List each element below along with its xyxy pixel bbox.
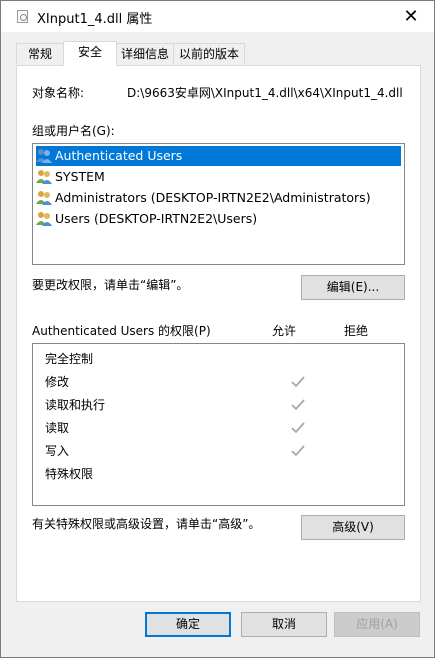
file-icon	[17, 10, 28, 23]
permission-row: 读取	[45, 417, 395, 439]
users-listbox[interactable]: Authenticated Users SYSTEM Administrator…	[32, 143, 405, 265]
permissions-header: Authenticated Users 的权限(P)	[32, 324, 211, 338]
permission-row: 完全控制	[45, 348, 395, 370]
permission-name: 读取	[45, 421, 70, 435]
permission-row: 修改	[45, 371, 395, 393]
user-name: SYSTEM	[55, 169, 105, 184]
object-name-label: 对象名称:	[32, 86, 85, 100]
edit-button[interactable]: 编辑(E)...	[301, 275, 405, 300]
allow-header: 允许	[272, 324, 297, 338]
permission-name: 读取和执行	[45, 398, 106, 412]
users-group-icon	[36, 170, 52, 184]
user-name: Administrators (DESKTOP-IRTN2E2\Administ…	[55, 190, 371, 205]
apply-button[interactable]: 应用(A)	[334, 612, 420, 637]
tab-general[interactable]: 常规	[16, 43, 64, 64]
change-permissions-hint: 要更改权限，请单击“编辑”。	[32, 278, 189, 292]
tab-security[interactable]: 安全	[63, 41, 117, 66]
users-group-icon	[36, 212, 52, 226]
deny-header: 拒绝	[344, 324, 369, 338]
tab-details[interactable]: 详细信息	[116, 43, 174, 64]
properties-dialog: XInput1_4.dll 属性 ✕ 常规 安全 详细信息 以前的版本 对象名称…	[0, 0, 435, 658]
list-item[interactable]: SYSTEM	[36, 167, 105, 187]
security-panel: 对象名称: D:\9663安卓网\XInput1_4.dll\x64\XInpu…	[16, 65, 421, 602]
user-name: Authenticated Users	[55, 148, 183, 163]
list-item[interactable]: Users (DESKTOP-IRTN2E2\Users)	[36, 209, 257, 229]
permission-name: 修改	[45, 375, 70, 389]
permission-name: 写入	[45, 444, 70, 458]
list-item[interactable]: Administrators (DESKTOP-IRTN2E2\Administ…	[36, 188, 371, 208]
checkmark-icon	[291, 422, 305, 434]
advanced-hint: 有关特殊权限或高级设置，请单击“高级”。	[32, 517, 261, 531]
user-name: Users (DESKTOP-IRTN2E2\Users)	[55, 211, 258, 226]
permissions-list[interactable]: 完全控制 修改 读取和执行 读取 写入 特殊权限	[32, 343, 405, 506]
users-group-icon	[36, 191, 52, 205]
group-users-label: 组或用户名(G):	[32, 124, 115, 138]
advanced-button[interactable]: 高级(V)	[301, 515, 405, 540]
object-name-value: D:\9663安卓网\XInput1_4.dll\x64\XInput1_4.d…	[127, 86, 403, 100]
users-group-icon	[36, 149, 52, 163]
checkmark-icon	[291, 376, 305, 388]
window-title: XInput1_4.dll 属性	[37, 12, 153, 27]
title-bar: XInput1_4.dll 属性 ✕	[1, 1, 434, 32]
cancel-button[interactable]: 取消	[241, 612, 327, 637]
permission-name: 特殊权限	[45, 467, 94, 481]
permission-row: 特殊权限	[45, 463, 395, 485]
permission-row: 写入	[45, 440, 395, 462]
list-item[interactable]: Authenticated Users	[36, 146, 401, 166]
close-button[interactable]: ✕	[388, 1, 434, 32]
tab-previous-versions[interactable]: 以前的版本	[173, 43, 245, 64]
checkmark-icon	[291, 445, 305, 457]
checkmark-icon	[291, 399, 305, 411]
permission-name: 完全控制	[45, 352, 94, 366]
permission-row: 读取和执行	[45, 394, 395, 416]
ok-button[interactable]: 确定	[145, 612, 231, 637]
